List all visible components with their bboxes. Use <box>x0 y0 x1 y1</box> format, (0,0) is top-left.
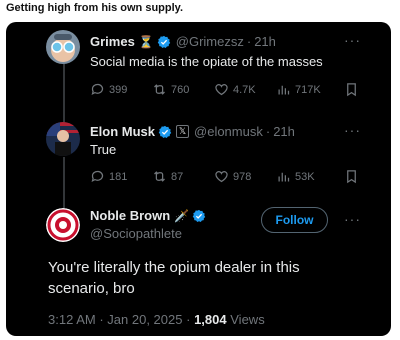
more-options-icon[interactable]: ··· <box>344 122 361 138</box>
tweet-text: Social media is the opiate of the masses <box>90 54 323 69</box>
views-button[interactable]: 717K <box>276 82 336 97</box>
reply-count: 399 <box>109 83 128 96</box>
reply-icon <box>91 83 104 96</box>
like-count: 4.7K <box>233 83 256 96</box>
repost-icon <box>154 171 165 182</box>
separator-dot: · <box>265 124 271 139</box>
bookmark-icon[interactable] <box>344 82 359 97</box>
like-count: 978 <box>233 170 252 183</box>
tweet-date[interactable]: Jan 20, 2025 <box>107 312 182 327</box>
heart-icon <box>215 171 228 183</box>
author-handle[interactable]: @elonmusk <box>194 124 263 139</box>
follow-button[interactable]: Follow <box>261 207 328 233</box>
heart-icon <box>215 84 228 96</box>
repost-button[interactable]: 760 <box>152 82 214 97</box>
tweet-text: True <box>90 142 117 157</box>
author-handle[interactable]: @Grimezsz <box>176 34 244 49</box>
avatar-elon-musk[interactable] <box>46 122 80 156</box>
repost-button[interactable]: 87 <box>152 169 214 184</box>
author-name[interactable]: Grimes <box>90 34 135 49</box>
hourglass-icon: ⏳ <box>138 34 154 49</box>
separator-dot: · <box>99 312 104 327</box>
x-affiliate-icon: 𝕏 <box>176 125 190 138</box>
views-label: Views <box>230 312 265 327</box>
reply-count: 181 <box>109 170 128 183</box>
tweet-timestamp[interactable]: 21h <box>254 34 276 49</box>
repost-count: 760 <box>171 83 190 96</box>
bookmark-icon[interactable] <box>344 169 359 184</box>
verified-badge-icon <box>192 209 206 222</box>
repost-icon <box>154 84 165 95</box>
page-caption: Getting high from his own supply. <box>6 2 184 14</box>
author-name[interactable]: Noble Brown <box>90 208 170 223</box>
dagger-icon: 🗡️ <box>174 208 190 223</box>
views-button[interactable]: 53K <box>276 169 336 184</box>
tweet-time[interactable]: 3:12 AM <box>48 312 96 327</box>
verified-badge-icon <box>158 125 172 138</box>
separator-dot: · <box>186 312 191 327</box>
view-count: 717K <box>295 83 321 96</box>
view-count: 53K <box>295 170 315 183</box>
like-button[interactable]: 4.7K <box>214 82 276 97</box>
like-button[interactable]: 978 <box>214 169 276 184</box>
tweet-timestamp[interactable]: 21h <box>273 124 295 139</box>
separator-dot: · <box>246 34 252 49</box>
verified-badge-icon <box>157 35 171 48</box>
avatar-grimes[interactable] <box>46 30 80 64</box>
author-handle[interactable]: @Sociopathlete <box>90 226 182 241</box>
main-tweet-text: You're literally the opium dealer in thi… <box>48 259 300 297</box>
reply-button[interactable]: 181 <box>90 169 152 184</box>
analytics-icon <box>278 85 290 95</box>
views-count: 1,804 <box>194 312 227 327</box>
tweet-thread-card: Grimes ⏳ @Grimezsz · 21h ··· Social medi… <box>6 22 391 336</box>
more-options-icon[interactable]: ··· <box>344 32 361 48</box>
avatar-noble-brown[interactable] <box>46 208 80 242</box>
author-name[interactable]: Elon Musk <box>90 124 155 139</box>
repost-count: 87 <box>171 170 184 183</box>
reply-icon <box>91 170 104 183</box>
reply-button[interactable]: 399 <box>90 82 152 97</box>
analytics-icon <box>278 172 290 182</box>
more-options-icon[interactable]: ··· <box>344 211 361 227</box>
tweet-meta: 3:12 AM · Jan 20, 2025 · 1,804 Views <box>48 312 265 327</box>
